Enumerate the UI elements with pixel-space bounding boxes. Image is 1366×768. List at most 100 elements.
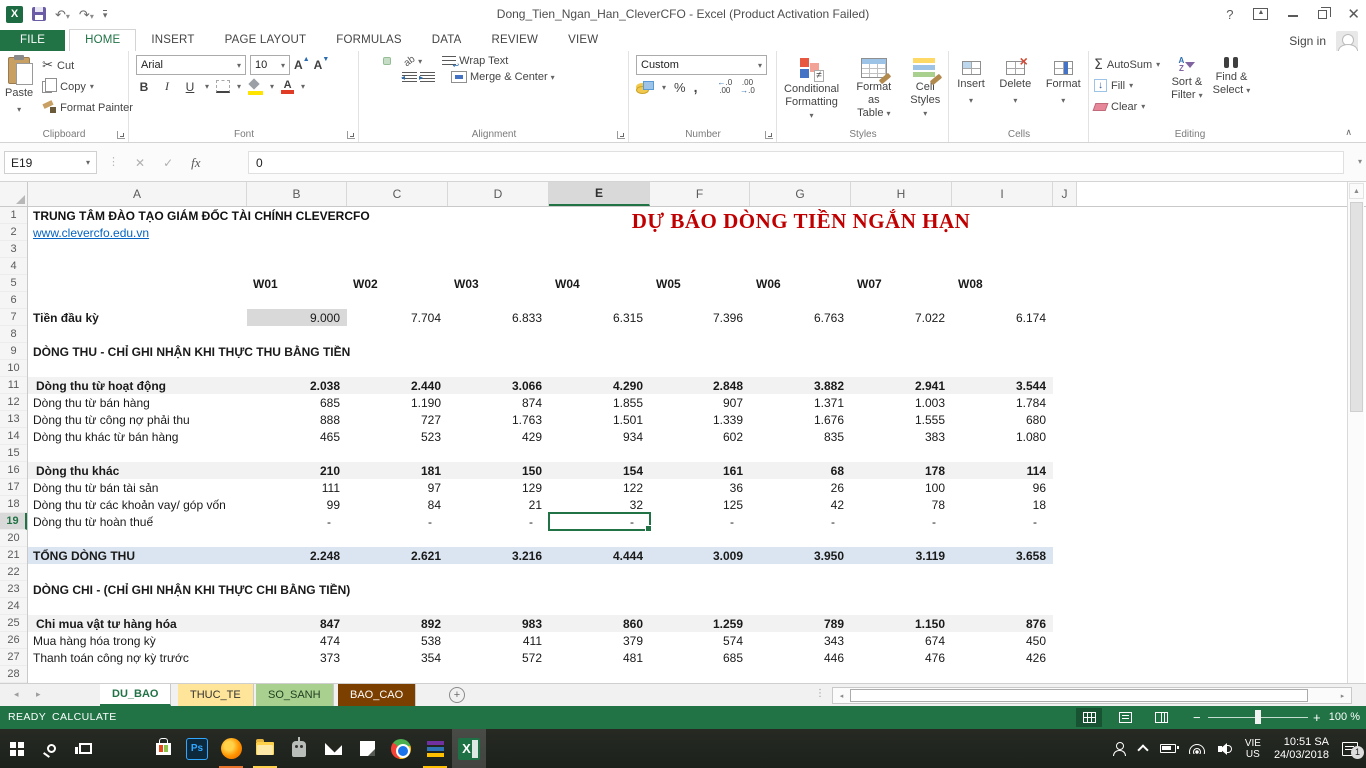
number-format-select[interactable]: Custom▾ <box>636 55 767 75</box>
column-header-H[interactable]: H <box>851 182 952 206</box>
taskbar-icon-search[interactable] <box>34 729 68 768</box>
row-header-20[interactable]: 20 <box>0 530 27 547</box>
align-center-button[interactable] <box>375 74 381 80</box>
font-dialog-launcher[interactable] <box>347 131 355 139</box>
taskbar-icon-robot-app[interactable] <box>282 729 316 768</box>
taskbar-icon-notes-app[interactable] <box>350 729 384 768</box>
formula-input[interactable]: 0 <box>248 151 1344 174</box>
horizontal-scrollbar[interactable]: ◂ ▸ <box>832 687 1352 704</box>
tab-splitter-grip[interactable]: ⋮ <box>815 688 825 699</box>
taskbar-icon-photoshop[interactable]: Ps <box>180 729 214 768</box>
horizontal-scroll-thumb[interactable] <box>850 689 1308 702</box>
language-indicator[interactable]: VIEUS <box>1245 738 1261 760</box>
row-header-5[interactable]: 5 <box>0 275 27 292</box>
scroll-up-icon[interactable]: ▲ <box>1349 183 1364 199</box>
next-sheet-icon[interactable]: ▸ <box>36 689 41 700</box>
format-painter-button[interactable]: Format Painter <box>38 97 137 118</box>
row-header-18[interactable]: 18 <box>0 496 27 513</box>
sign-in-link[interactable]: Sign in <box>1289 34 1326 48</box>
cell-styles-button[interactable]: CellStyles ▾ <box>903 54 948 126</box>
taskbar-icon-task-view[interactable] <box>68 729 102 768</box>
scroll-right-icon[interactable]: ▸ <box>1335 689 1350 702</box>
status-calculate[interactable]: CALCULATE <box>52 711 117 723</box>
row-header-25[interactable]: 25 <box>0 615 27 632</box>
row-header-23[interactable]: 23 <box>0 581 27 598</box>
zoom-in-icon[interactable]: + <box>1313 710 1321 725</box>
volume-icon[interactable] <box>1218 743 1232 755</box>
column-header-C[interactable]: C <box>347 182 448 206</box>
row-header-17[interactable]: 17 <box>0 479 27 496</box>
row-header-16[interactable]: 16 <box>0 462 27 479</box>
vertical-scrollbar[interactable]: ▲ <box>1347 182 1364 683</box>
column-header-J[interactable]: J <box>1053 182 1077 206</box>
prev-sheet-icon[interactable]: ◂ <box>14 689 19 700</box>
zoom-level[interactable]: 100 % <box>1326 711 1360 723</box>
taskbar-icon-start[interactable] <box>0 729 34 768</box>
customize-qat-icon[interactable]: ▾ <box>103 10 108 19</box>
column-header-A[interactable]: A <box>28 182 247 206</box>
alignment-dialog-launcher[interactable] <box>617 131 625 139</box>
row-header-22[interactable]: 22 <box>0 564 27 581</box>
decrease-font-size-button[interactable]: A▼ <box>314 58 330 72</box>
font-family-select[interactable]: Arial▾ <box>136 55 246 75</box>
top-align-button[interactable] <box>366 58 372 64</box>
cut-button[interactable]: ✂Cut <box>38 55 137 76</box>
taskbar-icon-file-explorer[interactable] <box>248 729 282 768</box>
taskbar-icon-chrome[interactable] <box>384 729 418 768</box>
row-header-3[interactable]: 3 <box>0 241 27 258</box>
zoom-slider-thumb[interactable] <box>1255 710 1261 724</box>
column-header-D[interactable]: D <box>448 182 549 206</box>
zoom-out-icon[interactable]: − <box>1193 710 1201 725</box>
sort-filter-button[interactable]: AZ Sort &Filter ▾ <box>1166 53 1208 126</box>
tab-data[interactable]: DATA <box>417 30 477 51</box>
taskbar-icon-firefox[interactable] <box>214 729 248 768</box>
delete-cells-button[interactable]: Delete▾ <box>994 57 1036 126</box>
row-header-6[interactable]: 6 <box>0 292 27 309</box>
taskbar-icon-winrar[interactable] <box>418 729 452 768</box>
sheet-tab-bao_cao[interactable]: BAO_CAO <box>338 684 416 706</box>
scroll-left-icon[interactable]: ◂ <box>834 689 849 702</box>
format-as-table-button[interactable]: Format asTable ▾ <box>845 54 902 126</box>
align-left-button[interactable] <box>366 74 372 80</box>
page-layout-view-button[interactable] <box>1112 708 1138 727</box>
enter-entry-icon[interactable]: ✓ <box>163 156 173 170</box>
bold-button[interactable]: B <box>136 80 152 94</box>
row-header-15[interactable]: 15 <box>0 445 27 462</box>
merge-center-button[interactable]: Merge & Center <box>470 71 548 83</box>
italic-button[interactable]: I <box>159 79 175 94</box>
restore-icon[interactable] <box>1318 10 1327 19</box>
tab-review[interactable]: REVIEW <box>477 30 554 51</box>
taskbar-icon-edge[interactable] <box>112 729 146 768</box>
insert-function-icon[interactable]: fx <box>191 155 200 171</box>
sheet-tab-thuc_te[interactable]: THUC_TE <box>178 684 254 706</box>
taskbar-icon-mail[interactable] <box>316 729 350 768</box>
redo-icon[interactable]: ↷▾ <box>79 8 94 21</box>
tab-insert[interactable]: INSERT <box>136 30 209 51</box>
autosum-button[interactable]: ΣAutoSum▾ <box>1090 54 1164 75</box>
fill-button[interactable]: ↓Fill▾ <box>1090 75 1164 96</box>
worksheet-grid[interactable]: TRUNG TÂM ĐÀO TẠO GIÁM ĐỐC TÀI CHÍNH CLE… <box>0 207 1347 683</box>
row-header-9[interactable]: 9 <box>0 343 27 360</box>
name-box-splitter[interactable]: ⋮ <box>108 155 120 168</box>
borders-icon[interactable] <box>216 80 230 93</box>
column-header-I[interactable]: I <box>952 182 1053 206</box>
column-header-E[interactable]: E <box>549 182 650 206</box>
people-icon[interactable] <box>1113 742 1126 755</box>
tab-page-layout[interactable]: PAGE LAYOUT <box>210 30 322 51</box>
hidden-icons-chevron-icon[interactable] <box>1137 744 1148 755</box>
sheet-tab-so_sanh[interactable]: SO_SANH <box>256 684 334 706</box>
expand-formula-bar-icon[interactable]: ▾ <box>1358 157 1362 166</box>
minimize-icon[interactable] <box>1288 15 1298 17</box>
middle-align-button[interactable] <box>375 58 381 64</box>
underline-button[interactable]: U <box>182 80 198 94</box>
website-link-cell[interactable]: www.clevercfo.edu.vn <box>33 225 149 241</box>
column-header-B[interactable]: B <box>247 182 347 206</box>
vertical-scroll-thumb[interactable] <box>1350 202 1363 412</box>
row-header-14[interactable]: 14 <box>0 428 27 445</box>
collapse-ribbon-icon[interactable]: ∧ <box>1345 127 1352 138</box>
cancel-entry-icon[interactable]: ✕ <box>135 156 145 170</box>
number-dialog-launcher[interactable] <box>765 131 773 139</box>
row-header-7[interactable]: 7 <box>0 309 27 326</box>
wrap-text-button[interactable]: Wrap Text <box>459 55 508 67</box>
row-header-8[interactable]: 8 <box>0 326 27 343</box>
